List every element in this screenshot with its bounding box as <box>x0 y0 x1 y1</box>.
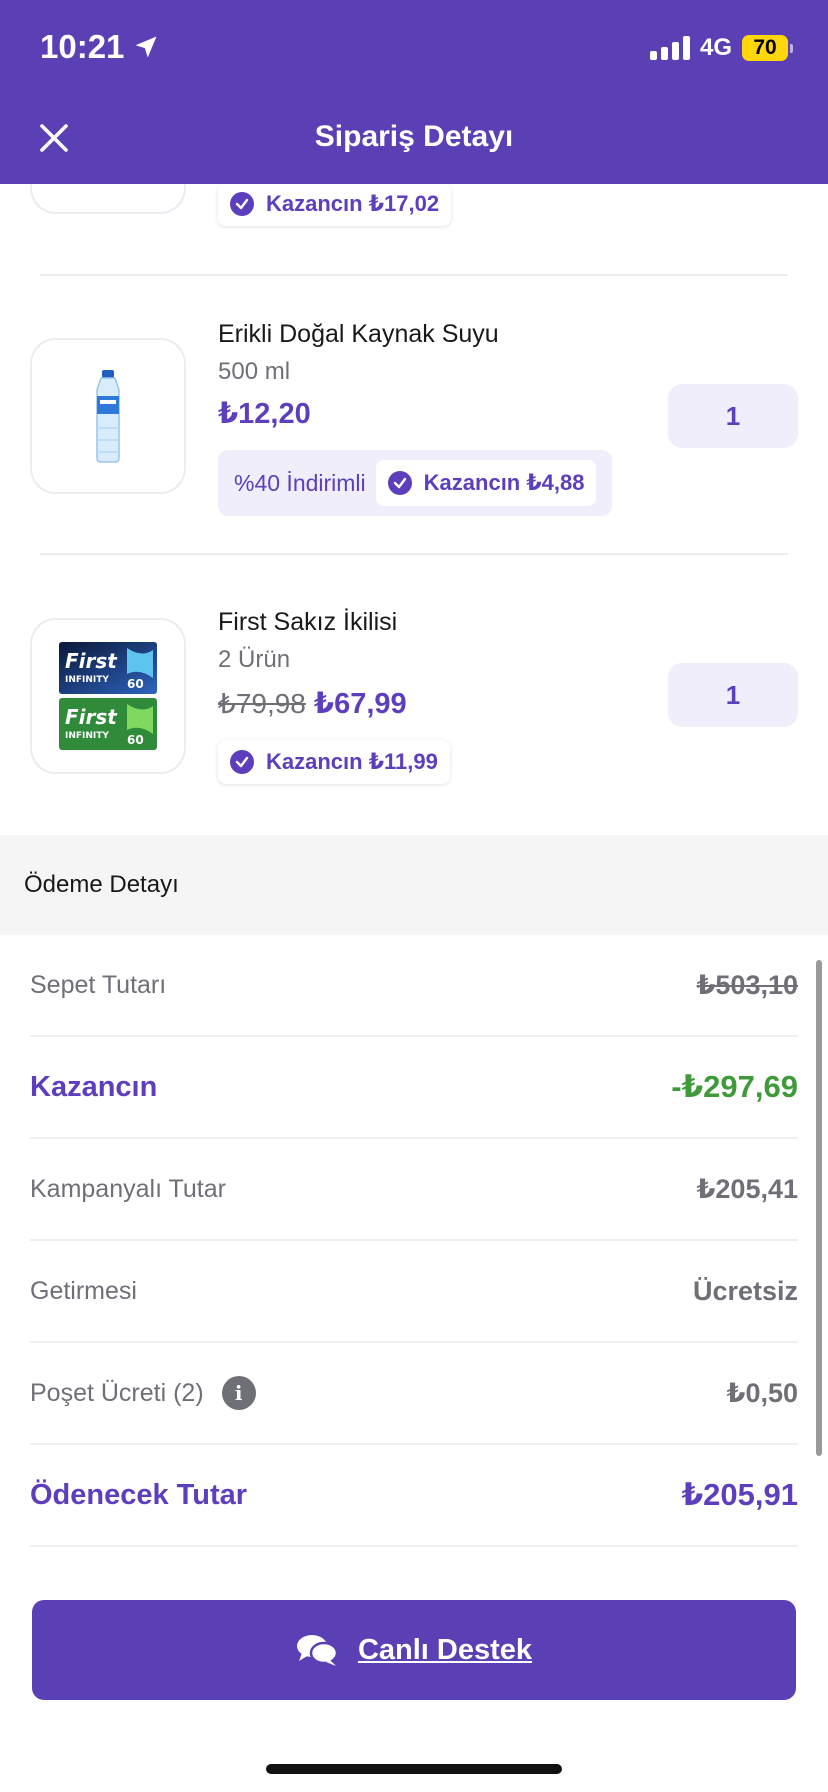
product-price: ₺12,20 <box>218 398 311 430</box>
quantity-box[interactable]: 1 <box>668 384 798 448</box>
divider <box>40 553 788 555</box>
price-row: ₺12,20 <box>218 396 311 431</box>
network-type: 4G <box>699 34 732 61</box>
quantity-value: 1 <box>725 679 741 710</box>
payment-row-delivery: Getirmesi Ücretsiz <box>30 1241 798 1343</box>
payment-label-wrap: Poşet Ücreti (2) i <box>30 1376 256 1410</box>
product-price: ₺67,99 <box>313 688 407 720</box>
header: 10:21 4G 70 Sipariş Detayı <box>0 0 828 184</box>
home-indicator[interactable] <box>266 1764 562 1774</box>
savings-text: Kazancın ₺17,02 <box>266 191 440 216</box>
savings-tag: Kazancın ₺17,02 <box>218 182 452 226</box>
battery-level: 70 <box>753 36 777 59</box>
payment-value: ₺205,91 <box>681 1477 798 1512</box>
payment-row-total: Ödenecek Tutar ₺205,91 <box>30 1445 798 1547</box>
payment-label: Ödenecek Tutar <box>30 1478 248 1511</box>
info-icon[interactable]: i <box>221 1376 256 1410</box>
product-subtitle: 2 Ürün <box>218 646 291 673</box>
divider <box>40 274 788 276</box>
svg-text:INFINITY: INFINITY <box>65 675 109 685</box>
chat-bubbles-icon <box>296 1635 338 1666</box>
status-indicators: 4G 70 <box>649 34 793 62</box>
svg-text:First: First <box>65 705 118 729</box>
payment-value: -₺297,69 <box>671 1069 798 1104</box>
payment-value: ₺205,41 <box>696 1173 798 1204</box>
product-subtitle: 500 ml <box>218 358 291 385</box>
product-thumb-first[interactable]: First INFINITY 60 First INFINITY 60 <box>30 618 186 774</box>
product-name: Erikli Doğal Kaynak Suyu <box>218 320 499 348</box>
quantity-box[interactable]: 1 <box>668 663 798 727</box>
payment-row-bag-fee: Poşet Ücreti (2) i ₺0,50 <box>30 1343 798 1445</box>
savings-text: Kazancın ₺4,88 <box>423 470 585 495</box>
product-name: First Sakız İkilisi <box>218 608 398 636</box>
savings-text: Kazancın ₺11,99 <box>266 749 438 774</box>
discount-pill: %40 İndirimli Kazancın ₺4,88 <box>218 450 613 516</box>
status-time-text: 10:21 <box>40 28 125 65</box>
page-title: Sipariş Detayı <box>314 120 514 153</box>
battery-icon: 70 <box>742 35 793 61</box>
check-circle-icon <box>387 471 412 495</box>
svg-text:INFINITY: INFINITY <box>65 731 109 741</box>
price-row: ₺79,98 ₺67,99 <box>218 686 407 721</box>
savings-tag: Kazancın ₺4,88 <box>375 460 597 506</box>
check-circle-icon <box>230 192 254 216</box>
payment-value: ₺0,50 <box>726 1377 798 1408</box>
payment-row-basket: Sepet Tutarı ₺503,10 <box>30 935 798 1037</box>
water-bottle-image <box>96 370 120 463</box>
live-support-button[interactable]: Canlı Destek <box>32 1600 796 1700</box>
product-old-price: ₺79,98 <box>218 688 306 719</box>
gum-pack-image: First INFINITY 60 First INFINITY 60 <box>59 642 157 750</box>
payment-label: Poşet Ücreti (2) <box>30 1378 204 1407</box>
savings-tag: Kazancın ₺11,99 <box>218 740 450 784</box>
payment-label: Getirmesi <box>30 1276 137 1305</box>
payment-label: Kazancın <box>30 1070 158 1103</box>
check-circle-icon <box>230 750 254 774</box>
status-time: 10:21 <box>40 28 160 66</box>
svg-text:60: 60 <box>127 733 144 747</box>
payment-label: Kampanyalı Tutar <box>30 1174 226 1203</box>
signal-icon <box>649 36 690 60</box>
payment-row-campaign: Kampanyalı Tutar ₺205,41 <box>30 1139 798 1241</box>
payment-label: Sepet Tutarı <box>30 970 167 999</box>
svg-text:First: First <box>65 649 118 673</box>
payment-title: Ödeme Detayı <box>24 871 179 898</box>
svg-text:60: 60 <box>127 677 144 691</box>
payment-row-savings: Kazancın -₺297,69 <box>30 1037 798 1139</box>
payment-value: Ücretsiz <box>692 1275 798 1306</box>
location-arrow-icon <box>135 36 157 58</box>
discount-label: %40 İndirimli <box>234 469 366 496</box>
payment-value: ₺503,10 <box>696 969 798 1000</box>
quantity-value: 1 <box>725 400 741 431</box>
scrollbar[interactable] <box>816 960 822 1456</box>
payment-section-title: Ödeme Detayı <box>0 835 828 935</box>
product-thumb-erikli[interactable] <box>30 338 186 494</box>
live-support-label: Canlı Destek <box>357 1633 533 1666</box>
